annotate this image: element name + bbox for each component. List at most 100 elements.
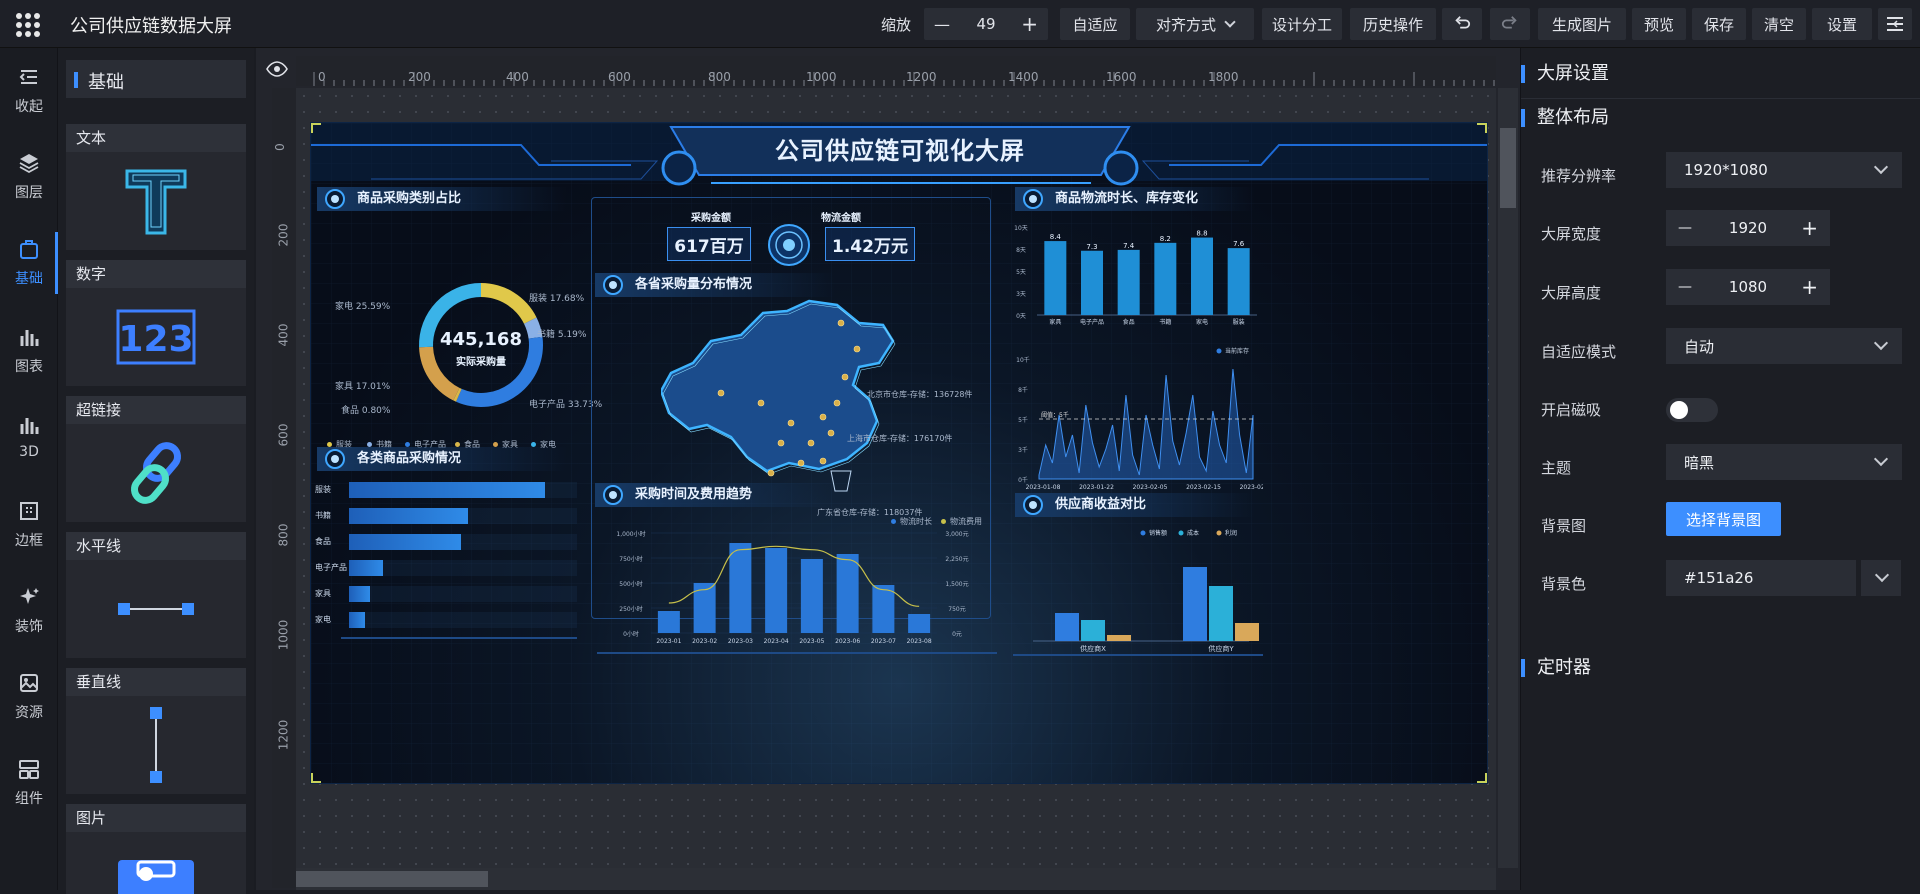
trend-x-tick: 2023-08 <box>907 638 932 645</box>
selection-handle[interactable] <box>311 123 321 133</box>
text-T-icon <box>66 152 246 250</box>
inventory-x-tick: 2023-01-22 <box>1079 484 1114 491</box>
horizontal-scrollbar[interactable] <box>296 868 1496 890</box>
3d-icon <box>20 418 39 434</box>
palette-item-text[interactable]: 文本 <box>66 124 246 250</box>
snap-toggle[interactable] <box>1666 398 1718 422</box>
save-button[interactable]: 保存 <box>1692 8 1746 40</box>
settings-panel: 大屏设置 整体布局 推荐分辨率 1920*1080 大屏宽度 — 1920 + … <box>1520 48 1920 890</box>
logistics-bar <box>1154 242 1177 315</box>
inventory-y-tick: 3千 <box>1018 446 1028 454</box>
rail-label: 基础 <box>15 271 43 287</box>
chevron-down-icon <box>1874 567 1890 583</box>
dashboard-title: 公司供应链可视化大屏 <box>775 137 1025 165</box>
bg-color-picker[interactable] <box>1861 560 1901 596</box>
align-label: 对齐方式 <box>1155 15 1216 34</box>
menu-button[interactable] <box>1878 8 1912 40</box>
trend-x-tick: 2023-06 <box>835 638 860 645</box>
scrollbar-thumb[interactable] <box>296 871 488 887</box>
inventory-line-chart: 当前库存 10千 8千 5千 3千 0千 阈值：5千 2023-01-08 2023-01-22… <box>1016 347 1263 491</box>
rail-item-basic[interactable]: 基础 <box>0 228 58 298</box>
selection-handle[interactable] <box>311 773 321 783</box>
selection-handle[interactable] <box>1477 773 1487 783</box>
preview-button[interactable]: 预览 <box>1632 8 1686 40</box>
legend-dot <box>1216 530 1222 536</box>
rail-item-collapse[interactable]: 收起 <box>0 56 58 126</box>
basic-icon <box>20 240 38 259</box>
vertical-scrollbar[interactable] <box>1498 88 1518 868</box>
redo-button[interactable] <box>1490 8 1530 40</box>
logistics-bar <box>1081 250 1103 315</box>
palette-item-image[interactable]: 图片 <box>66 804 246 894</box>
generate-image-button[interactable]: 生成图片 <box>1538 8 1626 40</box>
logistics-value-label: 8.4 <box>1050 233 1062 241</box>
trend-section-header: 采购时间及费用趋势 <box>595 483 835 507</box>
selection-handle[interactable] <box>1477 123 1487 133</box>
rail-item-component[interactable]: 组件 <box>0 748 58 818</box>
timer-section-header: 定时器 <box>1521 653 1591 683</box>
rail-item-resource[interactable]: 资源 <box>0 662 58 732</box>
rail-item-3d[interactable]: 3D <box>0 402 58 472</box>
supplier-bar <box>1081 620 1105 641</box>
zoom-minus-button[interactable]: — <box>934 15 950 34</box>
kpi-purchase-value: 617百万 <box>674 236 744 257</box>
palette-item-horizontal-line[interactable]: 水平线 <box>66 532 246 658</box>
bg-color-input[interactable]: #151a26 <box>1666 560 1856 596</box>
collapse-icon <box>19 70 37 84</box>
palette-item-label: 数字 <box>66 260 246 288</box>
logistics-y-tick: 3天 <box>1016 291 1026 298</box>
apps-grid-icon[interactable] <box>16 13 40 37</box>
hbar <box>349 508 468 524</box>
donut-center-label: 实际采购量 <box>456 357 506 368</box>
hbar-label: 书籍 <box>315 511 331 520</box>
dashboard-screen[interactable]: 公司供应链可视化大屏 商品采购类别占比 445,168 实际采购量 服装 17.… <box>310 122 1488 784</box>
adapt-mode-select[interactable]: 自动 <box>1666 328 1902 364</box>
map-annotation-shanghai: 上海市仓库-存储：176170件 <box>847 434 953 443</box>
hbar-label: 家电 <box>315 615 331 624</box>
settings-button[interactable]: 设置 <box>1812 8 1872 40</box>
ruler-label: 1400 <box>1008 70 1039 84</box>
design-division-button[interactable]: 设计分工 <box>1262 8 1342 40</box>
eye-icon[interactable] <box>266 58 288 80</box>
palette-item-vertical-line[interactable]: 垂直线 <box>66 668 246 794</box>
donut-label-home: 家具 17.01% <box>335 382 391 392</box>
palette-item-number[interactable]: 数字 123 <box>66 260 246 386</box>
logistics-bar <box>1044 241 1067 315</box>
width-plus-button[interactable]: + <box>1801 216 1818 240</box>
rail-item-chart[interactable]: 图表 <box>0 316 58 386</box>
history-button[interactable]: 历史操作 <box>1350 8 1436 40</box>
zoom-plus-button[interactable]: + <box>1021 12 1038 36</box>
hbar-chart: 服装 书籍 食品 电子产品 家具 家电 <box>311 481 581 631</box>
undo-button[interactable] <box>1442 8 1482 40</box>
decoration-icon <box>20 588 39 604</box>
supplier-bar-chart: 销售额 成本 利润供应商X 供应商Y <box>1013 529 1263 656</box>
theme-select[interactable]: 暗黑 <box>1666 444 1902 480</box>
palette-item-link[interactable]: 超链接 <box>66 396 246 522</box>
logistics-value-label: 7.3 <box>1086 243 1097 251</box>
rail-label: 3D <box>19 444 39 460</box>
inventory-y-tick: 0千 <box>1018 476 1028 484</box>
rail-item-decoration[interactable]: 装饰 <box>0 576 58 646</box>
hbar-label: 服装 <box>315 485 331 494</box>
choose-bg-image-button[interactable]: 选择背景图 <box>1666 502 1781 536</box>
zoom-value[interactable]: 49 <box>976 15 995 33</box>
legend-dot <box>1216 348 1222 354</box>
theme-value: 暗黑 <box>1684 453 1715 472</box>
logistics-x-tick: 家电 <box>1196 318 1208 326</box>
rail-item-layers[interactable]: 图层 <box>0 142 58 212</box>
resolution-select[interactable]: 1920*1080 <box>1666 152 1902 188</box>
canvas-area[interactable]: 公司供应链可视化大屏 商品采购类别占比 445,168 实际采购量 服装 17.… <box>296 88 1496 868</box>
rail-item-border[interactable]: 边框 <box>0 490 58 560</box>
scrollbar-thumb[interactable] <box>1500 128 1516 208</box>
auto-fit-button[interactable]: 自适应 <box>1060 8 1130 40</box>
palette-item-label: 文本 <box>66 124 246 152</box>
hbar <box>349 560 384 576</box>
hbar-label: 家具 <box>315 589 331 598</box>
align-dropdown[interactable]: 对齐方式 <box>1136 8 1254 40</box>
horizontal-line-icon <box>66 560 246 658</box>
theme-label: 主题 <box>1541 459 1572 477</box>
clear-button[interactable]: 清空 <box>1752 8 1806 40</box>
logistics-value-label: 8.8 <box>1196 230 1207 238</box>
height-plus-button[interactable]: + <box>1801 275 1818 299</box>
inventory-legend: 当前库存 <box>1225 347 1249 355</box>
